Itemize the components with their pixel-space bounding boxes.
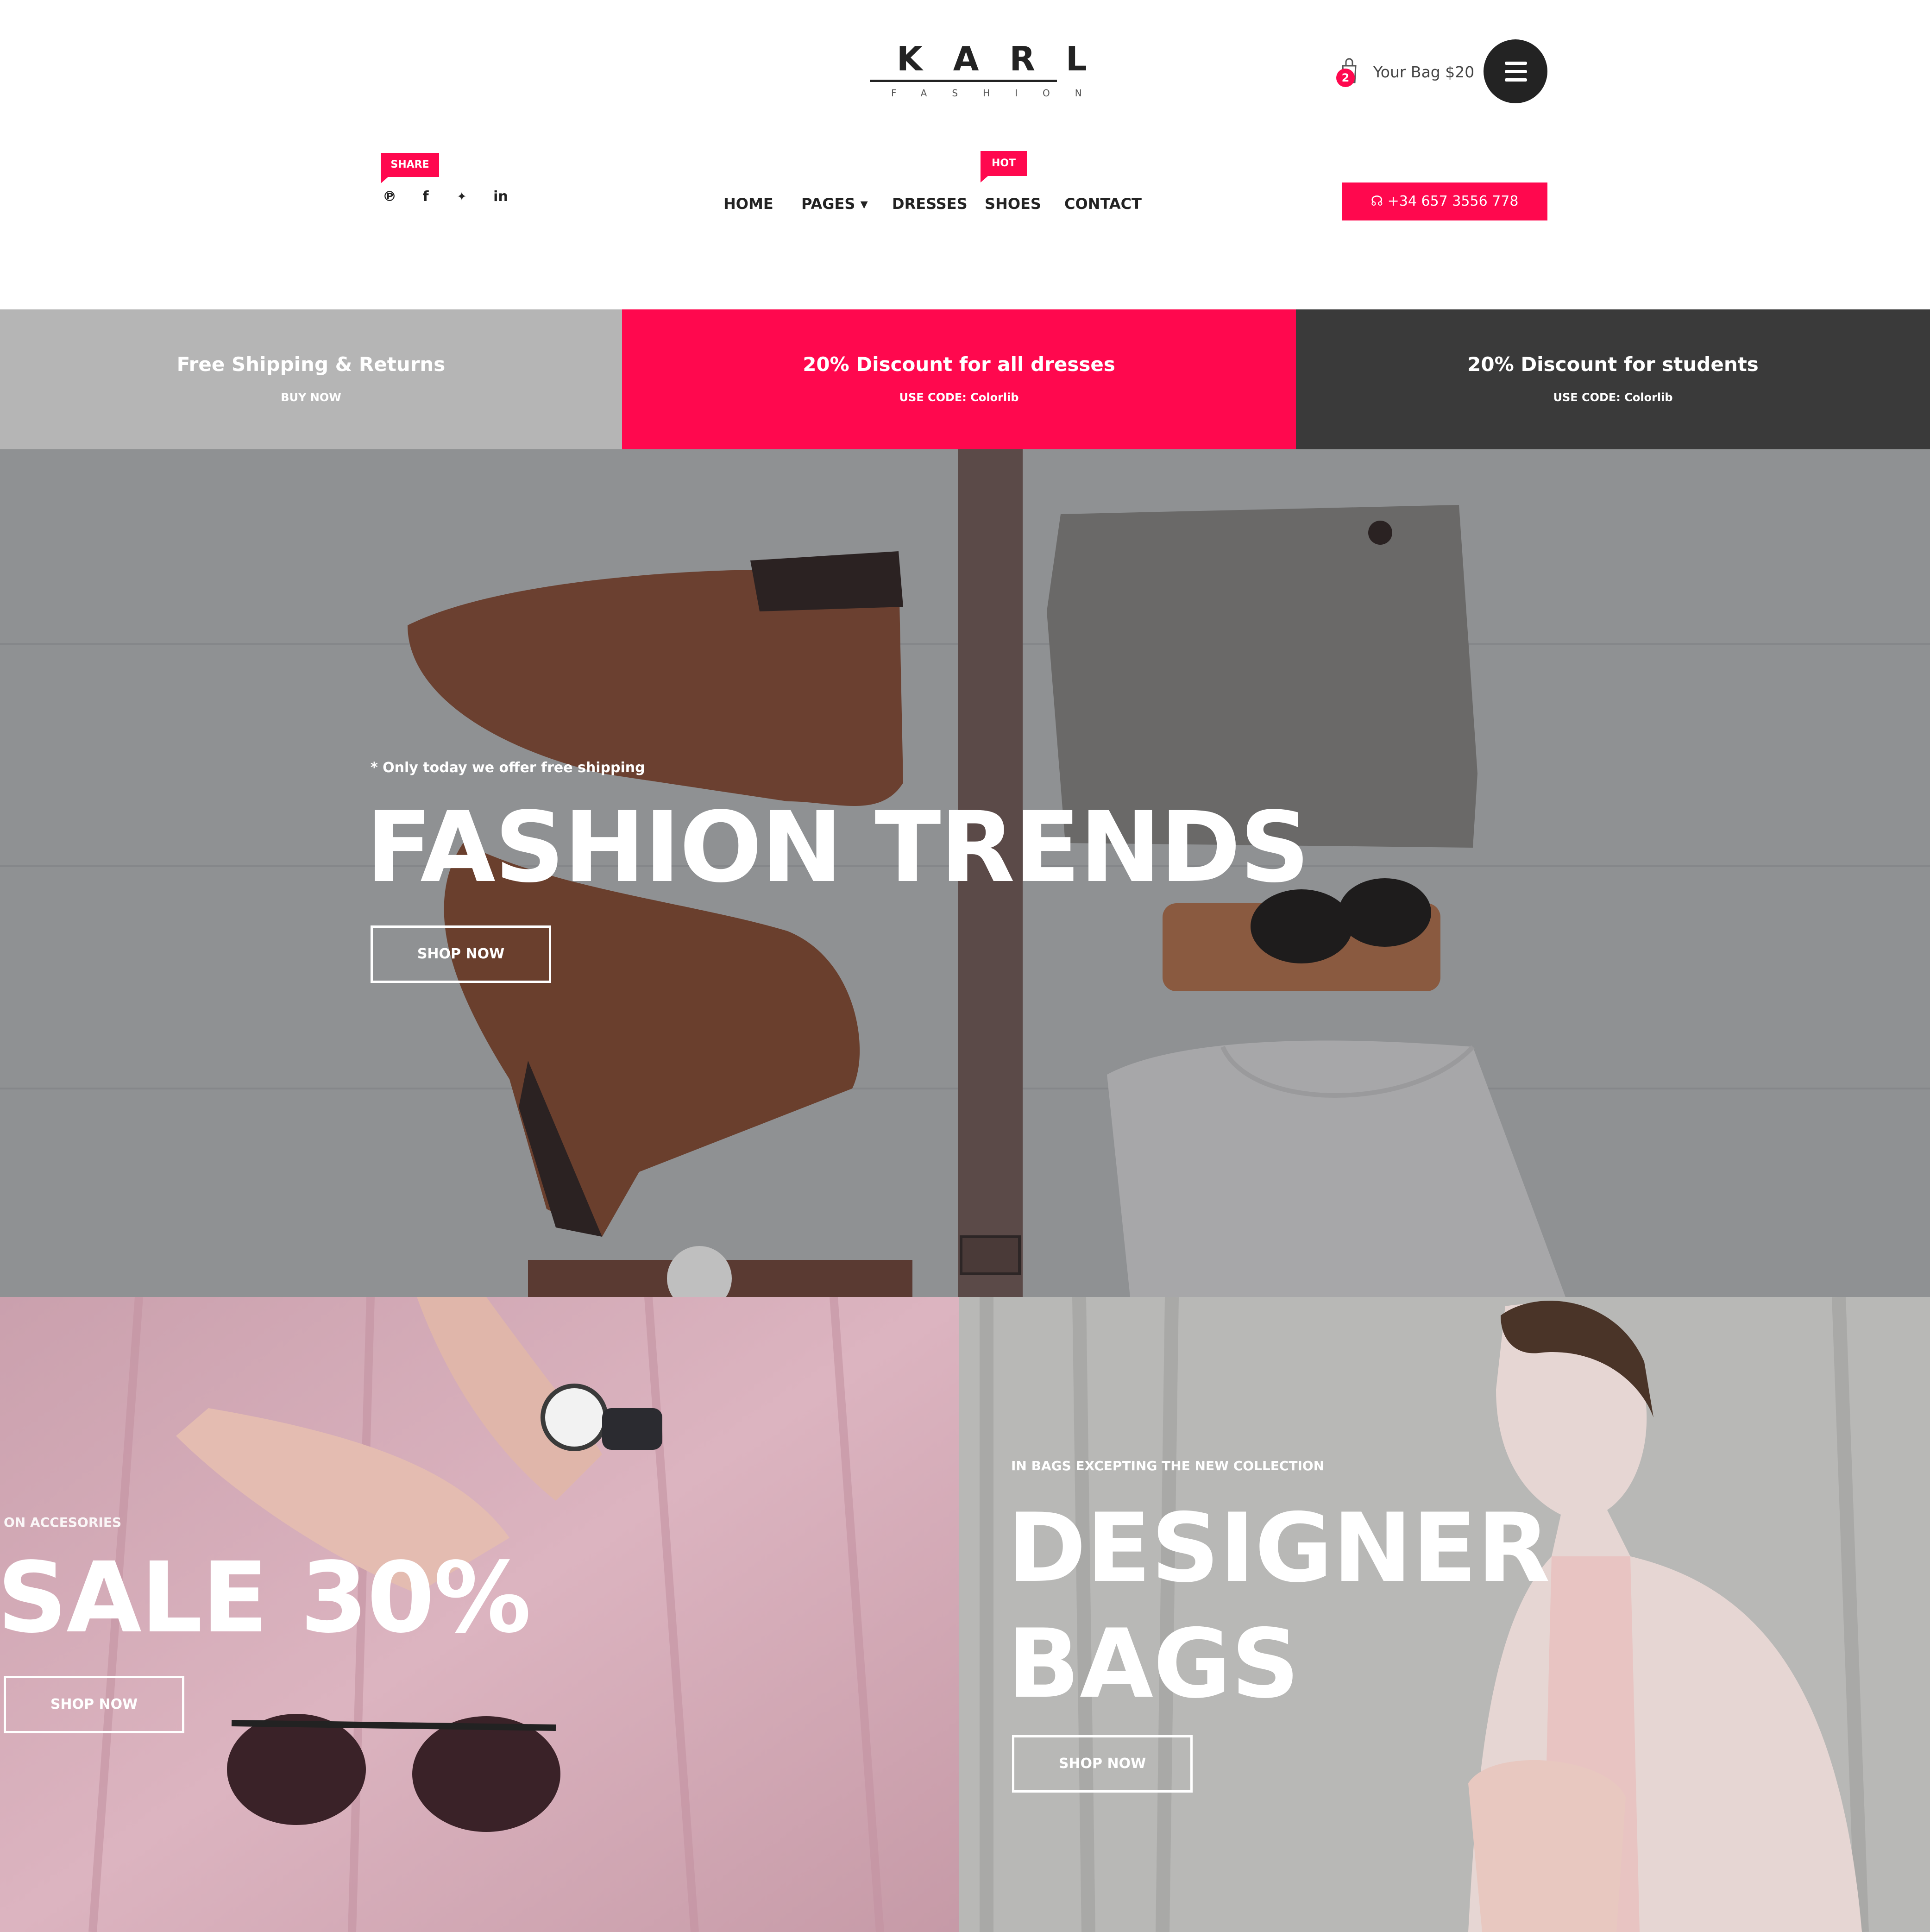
- nav-contact[interactable]: CONTACT: [1064, 190, 1142, 218]
- accessories-shop-now-button[interactable]: SHOP NOW: [4, 1676, 184, 1733]
- linkedin-icon[interactable]: in: [490, 185, 511, 208]
- nav-home[interactable]: HOME: [723, 190, 773, 218]
- hamburger-menu-button[interactable]: [1484, 39, 1547, 103]
- twitter-icon[interactable]: ✦: [451, 185, 472, 208]
- hero-title: FASHION TRENDS: [366, 791, 1310, 904]
- promo-students-discount[interactable]: 20% Discount for students USE CODE: Colo…: [1296, 309, 1930, 449]
- hero-shop-now-button[interactable]: SHOP NOW: [371, 925, 551, 983]
- promo-subtitle: BUY NOW: [281, 391, 341, 404]
- designer-bags-title: DESIGNER BAGS: [1007, 1493, 1550, 1719]
- promo-title: 20% Discount for all dresses: [803, 353, 1115, 376]
- nav-shoes[interactable]: SHOES: [985, 190, 1041, 218]
- promo-dresses-discount[interactable]: 20% Discount for all dresses USE CODE: C…: [622, 309, 1296, 449]
- promo-subtitle: USE CODE: Colorlib: [899, 391, 1019, 404]
- logo-wordmark: KARL: [897, 39, 1118, 78]
- bags-note: IN BAGS EXCEPTING THE NEW COLLECTION: [1011, 1458, 1325, 1473]
- promo-free-shipping[interactable]: Free Shipping & Returns BUY NOW: [0, 309, 622, 449]
- social-links: ℗ f ✦ in: [379, 185, 518, 208]
- share-tag: SHARE: [381, 153, 439, 183]
- menu-bar-bottom: [1505, 78, 1527, 82]
- hero-note: * Only today we offer free shipping: [371, 760, 645, 776]
- logo-subtitle: FASHION: [891, 88, 1107, 99]
- hamburger-menu-icon: [1505, 62, 1527, 65]
- hot-tag: HOT: [981, 151, 1027, 183]
- karl-logo[interactable]: KARL FASHION: [866, 38, 1118, 103]
- menu-bar-middle: [1505, 70, 1527, 73]
- nav-pages-dropdown[interactable]: PAGES ▾: [801, 190, 868, 218]
- bags-shop-now-button[interactable]: SHOP NOW: [1012, 1735, 1193, 1793]
- cart-button[interactable]: 2 Your Bag $20: [1336, 55, 1475, 92]
- cart-label: Your Bag $20: [1373, 63, 1475, 81]
- cart-count-badge: 2: [1336, 69, 1355, 87]
- pinterest-icon[interactable]: ℗: [379, 185, 400, 208]
- logo-divider: [870, 80, 1057, 82]
- promo-subtitle: USE CODE: Colorlib: [1553, 391, 1673, 404]
- site-header: KARL FASHION 2 Your Bag $20 SHARE ℗ f ✦ …: [0, 0, 1930, 309]
- accessories-note: ON ACCESORIES: [4, 1515, 122, 1530]
- nav-dresses[interactable]: DRESSES: [892, 190, 968, 218]
- facebook-icon[interactable]: f: [415, 185, 436, 208]
- promo-title: 20% Discount for students: [1467, 353, 1759, 376]
- phone-button[interactable]: ☊ +34 657 3556 778: [1342, 183, 1547, 220]
- accessories-sale-title: SALE 30%: [0, 1541, 531, 1655]
- promo-title: Free Shipping & Returns: [176, 353, 446, 376]
